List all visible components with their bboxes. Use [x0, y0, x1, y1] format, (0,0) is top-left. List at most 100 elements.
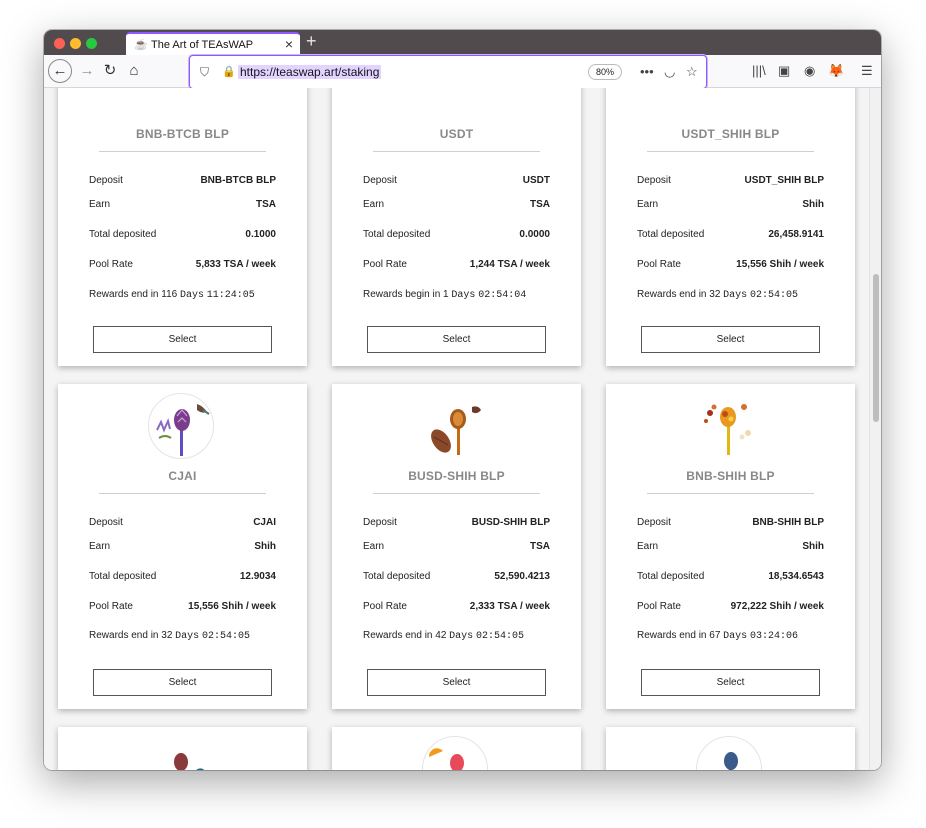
busd-shih-tea-spoon-image: [422, 393, 488, 459]
total-deposited-value: 26,458.9141: [768, 229, 824, 240]
new-tab-icon[interactable]: +: [306, 31, 317, 52]
deposit-label: Deposit: [89, 175, 123, 186]
earn-label: Earn: [637, 199, 659, 210]
total-deposited-label: Total deposited: [89, 571, 157, 582]
select-button[interactable]: Select: [641, 326, 820, 353]
select-button[interactable]: Select: [93, 326, 272, 353]
shield-icon[interactable]: ⛉: [200, 65, 209, 80]
pool-rate-value: 5,833 TSA / week: [195, 259, 276, 270]
pool-rate-value: 972,222 Shih / week: [730, 601, 824, 612]
earn-value: TSA: [530, 541, 550, 552]
rewards-days: 1: [443, 289, 449, 300]
pool-card: USDT Deposit USDT Earn TSA Total deposited…: [332, 88, 581, 366]
back-arrow-icon[interactable]: ←: [48, 59, 72, 83]
earn-label: Earn: [89, 199, 111, 210]
earn-label: Earn: [89, 541, 111, 552]
earn-label: Earn: [637, 541, 659, 552]
address-bar[interactable]: ⛉ 🔒 https://teaswap.art/staking 80% ••• …: [189, 55, 707, 89]
earn-label: Earn: [363, 541, 385, 552]
total-deposited-label: Total deposited: [363, 229, 431, 240]
pool-card: [332, 727, 581, 770]
zoom-window-button[interactable]: [86, 38, 97, 49]
deposit-value: USDT_SHIH BLP: [744, 175, 824, 186]
total-deposited-value: 12.9034: [239, 571, 276, 582]
tab-title: The Art of TEAsWAP: [151, 39, 254, 51]
select-button[interactable]: Select: [367, 326, 546, 353]
total-deposited-label: Total deposited: [637, 571, 705, 582]
deposit-label: Deposit: [637, 517, 671, 528]
home-icon[interactable]: ⌂: [123, 60, 145, 82]
rewards-prefix: Rewards begin in: [363, 289, 441, 300]
pool-card: CJAI Deposit CJAI Earn Shih Total deposite…: [58, 384, 307, 709]
close-window-button[interactable]: [54, 38, 65, 49]
earn-value: Shih: [802, 541, 824, 552]
select-button[interactable]: Select: [367, 669, 546, 696]
pool-card: [58, 727, 307, 770]
minimize-window-button[interactable]: [70, 38, 81, 49]
earn-value: Shih: [254, 541, 276, 552]
more-actions-icon[interactable]: •••: [640, 64, 654, 79]
earn-value: TSA: [256, 199, 276, 210]
bookmark-star-icon[interactable]: ☆: [686, 64, 698, 80]
divider: [373, 151, 540, 152]
sidebar-icon[interactable]: ▣: [778, 63, 790, 79]
reload-icon[interactable]: ↻: [99, 60, 121, 82]
pool-rate-label: Pool Rate: [89, 259, 133, 270]
vertical-scrollbar[interactable]: [869, 88, 881, 770]
pool-rate-label: Pool Rate: [363, 601, 407, 612]
divider: [99, 151, 266, 152]
earn-value: TSA: [530, 199, 550, 210]
url-text[interactable]: https://teaswap.art/staking: [238, 65, 382, 79]
divider: [373, 493, 540, 494]
tea-spoon-image: [148, 736, 214, 770]
pool-name: USDT: [439, 127, 474, 141]
rewards-time: 02:54:04: [478, 290, 527, 301]
forward-arrow-icon[interactable]: →: [76, 60, 98, 82]
zoom-level-badge[interactable]: 80%: [588, 64, 622, 80]
close-tab-icon[interactable]: ×: [285, 36, 293, 52]
rewards-prefix: Rewards end in: [363, 630, 433, 641]
total-deposited-value: 52,590.4213: [494, 571, 550, 582]
divider: [647, 151, 814, 152]
rewards-days: 32: [161, 630, 173, 641]
rewards-countdown: Rewards end in 32 Days 02:54:05: [89, 630, 250, 642]
lock-warning-icon[interactable]: 🔒: [222, 65, 236, 78]
pool-rate-label: Pool Rate: [89, 601, 133, 612]
rewards-prefix: Rewards end in: [89, 289, 159, 300]
pool-card: BNB-BTCB BLP Deposit BNB-BTCB BLP Earn TSA…: [58, 88, 307, 366]
rewards-time: 11:24:05: [206, 290, 255, 301]
metamask-fox-icon[interactable]: 🦊: [828, 63, 844, 79]
menu-hamburger-icon[interactable]: ☰: [861, 63, 873, 79]
pool-name: USDT_SHIH BLP: [681, 127, 780, 141]
rewards-prefix: Rewards end in: [89, 630, 159, 641]
library-icon[interactable]: |||\: [752, 63, 766, 78]
pool-card: BNB-SHIH BLP Deposit BNB-SHIH BLP Earn Shi…: [606, 384, 855, 709]
pool-name: CJAI: [168, 469, 197, 483]
deposit-value: BNB-SHIH BLP: [752, 517, 824, 528]
pool-rate-value: 2,333 TSA / week: [469, 601, 550, 612]
tea-spoon-image: [696, 736, 762, 770]
browser-tab[interactable]: ☕ The Art of TEAsWAP ×: [126, 32, 300, 57]
divider: [647, 493, 814, 494]
days-label: Days: [175, 631, 200, 642]
total-deposited-label: Total deposited: [363, 571, 431, 582]
account-icon[interactable]: ◉: [804, 63, 815, 79]
total-deposited-label: Total deposited: [637, 229, 705, 240]
deposit-value: USDT: [522, 175, 550, 186]
pocket-icon[interactable]: ◡: [664, 64, 675, 80]
rewards-prefix: Rewards end in: [637, 630, 707, 641]
total-deposited-value: 18,534.6543: [768, 571, 824, 582]
rewards-countdown: Rewards end in 67 Days 03:24:06: [637, 630, 798, 642]
teacup-favicon-icon: ☕: [134, 39, 148, 51]
pool-name: BNB-BTCB BLP: [135, 127, 230, 141]
scrollbar-thumb[interactable]: [873, 274, 879, 422]
deposit-label: Deposit: [89, 517, 123, 528]
select-button[interactable]: Select: [641, 669, 820, 696]
select-button[interactable]: Select: [93, 669, 272, 696]
deposit-value: CJAI: [253, 517, 276, 528]
rewards-days: 32: [709, 289, 721, 300]
rewards-days: 42: [435, 630, 447, 641]
pool-card: USDT_SHIH BLP Deposit USDT_SHIH BLP Earn S…: [606, 88, 855, 366]
total-deposited-value: 0.1000: [245, 229, 276, 240]
total-deposited-value: 0.0000: [519, 229, 550, 240]
